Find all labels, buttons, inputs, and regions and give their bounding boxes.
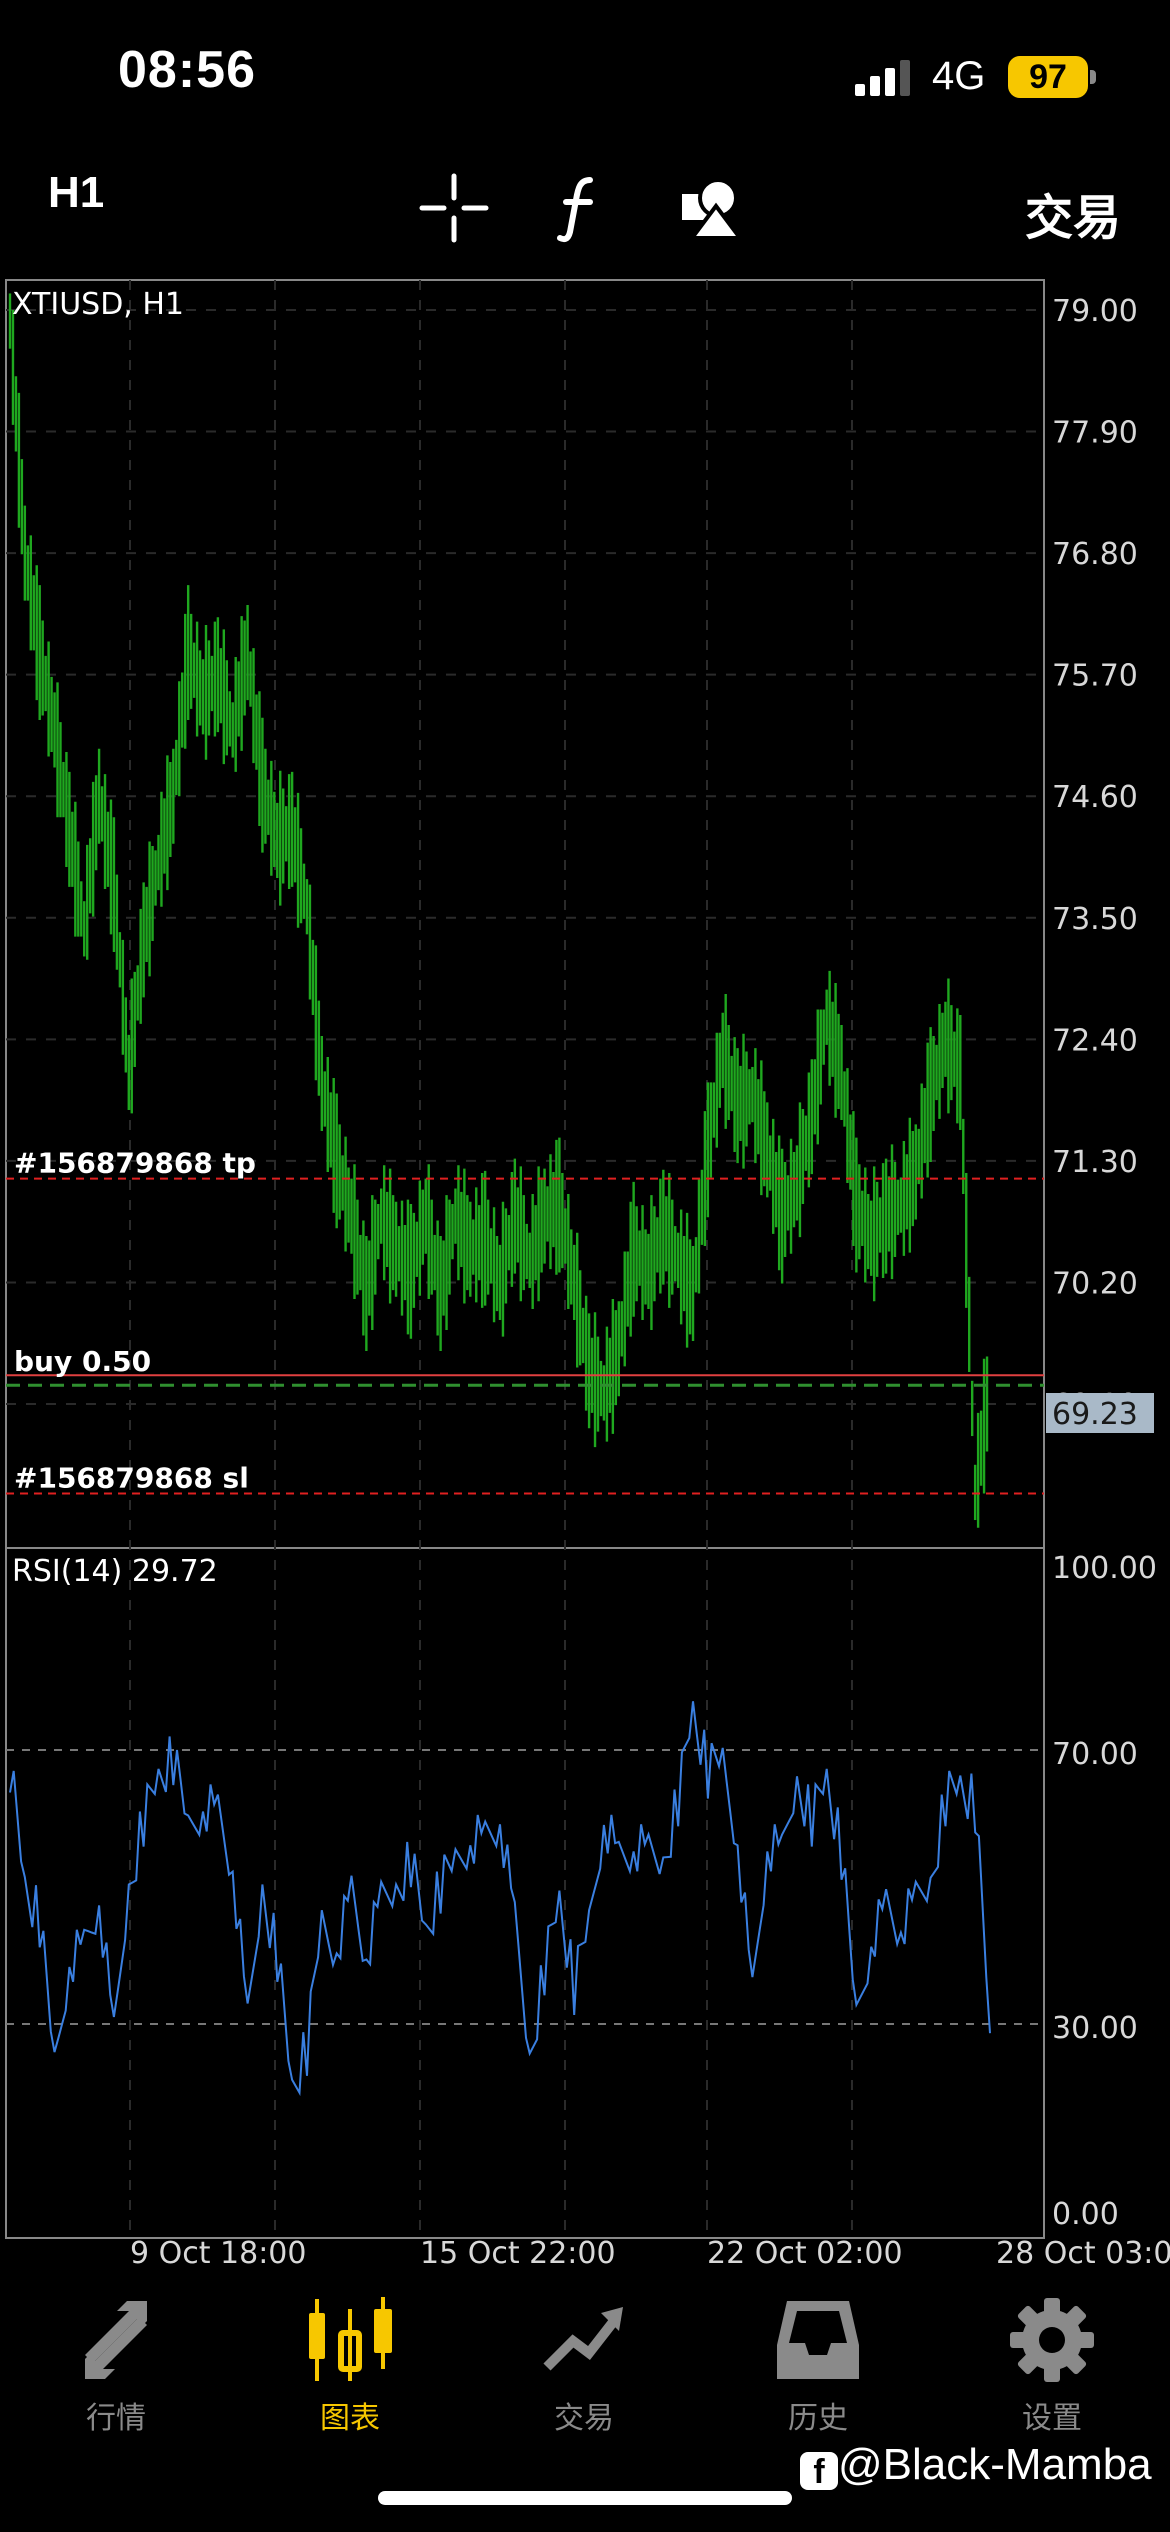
price-axis-label: 74.60 — [1052, 780, 1138, 815]
tab-quotes-label: 行情 — [86, 2402, 146, 2435]
cellular-signal-icon — [855, 60, 910, 96]
rsi-label: RSI(14) 29.72 — [12, 1554, 218, 1589]
tab-settings[interactable]: 设置 — [972, 2295, 1132, 2437]
function-icon[interactable] — [546, 172, 618, 244]
price-axis-label: 77.90 — [1052, 416, 1138, 451]
tab-settings-label: 设置 — [1022, 2402, 1082, 2435]
rsi-axis-100: 100.00 — [1052, 1551, 1157, 1586]
rsi-axis-70: 70.00 — [1052, 1737, 1138, 1772]
timeframe-selector[interactable]: H1 — [48, 168, 104, 218]
history-inbox-icon — [777, 2301, 859, 2379]
status-time: 08:56 — [118, 41, 256, 99]
rsi-series — [9, 1701, 991, 2097]
rsi-line — [9, 1701, 991, 2097]
app-screen: 08:56 4G 97 H1 交易 #156879868 tp buy 0.50… — [0, 0, 1170, 2532]
price-axis-label: 75.70 — [1052, 659, 1138, 694]
tab-chart[interactable]: 图表 — [270, 2295, 430, 2437]
trade-button[interactable]: 交易 — [1025, 178, 1121, 248]
chart-symbol-title: XTIUSD, H1 — [12, 287, 184, 322]
tab-history-label: 历史 — [788, 2402, 848, 2435]
price-axis-label: 72.40 — [1052, 1023, 1138, 1058]
candlestick-chart-icon — [309, 2297, 392, 2381]
settings-gear-icon — [1010, 2298, 1094, 2382]
price-axis-label: 71.30 — [1052, 1145, 1138, 1180]
price-axis-label: 76.80 — [1052, 537, 1138, 572]
time-axis-label-1: 9 Oct 18:00 — [130, 2236, 306, 2266]
rsi-axis-30: 30.00 — [1052, 2011, 1138, 2046]
quotes-arrows-icon — [85, 2301, 147, 2379]
battery-indicator: 97 — [1008, 56, 1088, 98]
chart-grid — [6, 280, 1044, 2238]
tab-history[interactable]: 历史 — [738, 2295, 898, 2437]
chart-area[interactable]: #156879868 tp buy 0.50 #156879868 sl XTI… — [0, 276, 1170, 2266]
network-type: 4G — [932, 54, 986, 98]
stop-loss-label: #156879868 sl — [14, 1462, 249, 1495]
take-profit-label: #156879868 tp — [14, 1147, 256, 1180]
tab-chart-label: 图表 — [320, 2402, 380, 2435]
rsi-axis-0: 0.00 — [1052, 2197, 1119, 2232]
time-axis-label-2: 15 Oct 22:00 — [420, 2236, 616, 2266]
current-price-value: 69.23 — [1052, 1397, 1138, 1432]
time-axis-label-3: 22 Oct 02:00 — [707, 2236, 903, 2266]
tab-quotes[interactable]: 行情 — [36, 2295, 196, 2437]
price-axis: 79.00 77.90 76.80 75.70 74.60 73.50 72.40 71.30… — [1052, 294, 1138, 1423]
price-axis-label: 70.20 — [1052, 1266, 1138, 1301]
time-axis-label-4: 28 Oct 03:00 — [996, 2236, 1170, 2266]
home-indicator[interactable] — [378, 2491, 792, 2505]
chart-frame — [5, 279, 1045, 2239]
price-axis-label: 73.50 — [1052, 902, 1138, 937]
watermark-text: f @Black-Mamba — [800, 2440, 1152, 2491]
trade-trend-icon — [543, 2307, 623, 2371]
facebook-icon: f — [800, 2452, 838, 2491]
buy-position-label: buy 0.50 — [14, 1345, 151, 1378]
crosshair-icon[interactable] — [418, 172, 490, 244]
tab-trade-label: 交易 — [554, 2402, 614, 2435]
tab-trade[interactable]: 交易 — [504, 2295, 664, 2437]
battery-tip — [1090, 70, 1096, 84]
price-series — [8, 293, 989, 1528]
shapes-icon[interactable] — [676, 172, 748, 244]
price-axis-label: 79.00 — [1052, 294, 1138, 329]
